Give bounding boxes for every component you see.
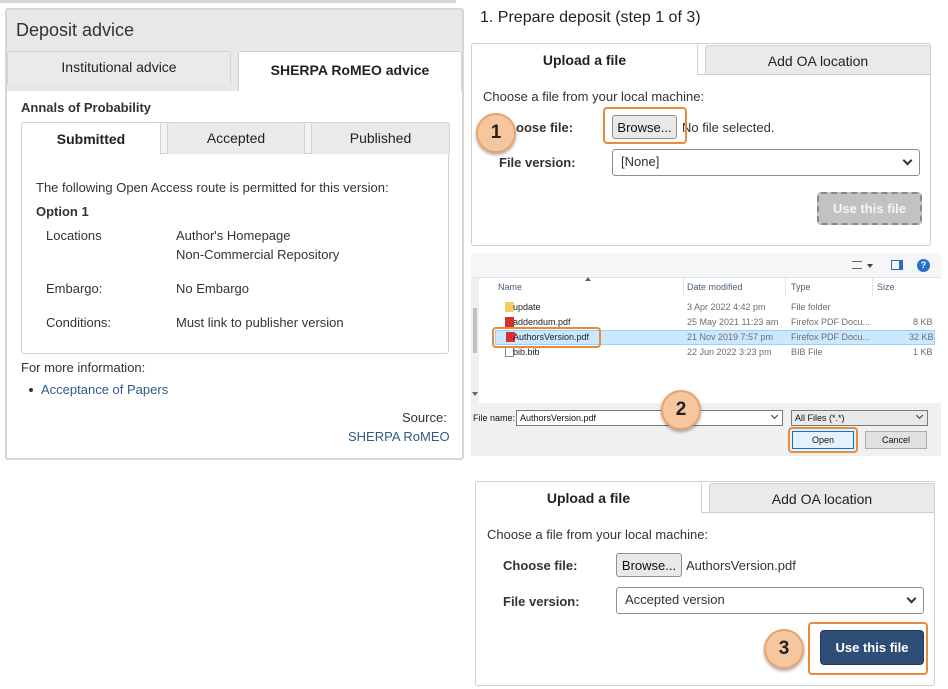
file-open-dialog: ? Name Date modified Type Size update 3 … (471, 253, 941, 456)
panel-title: Deposit advice (16, 20, 135, 40)
file-type-filter-value: All Files (*.*) (795, 413, 845, 423)
highlight-browse (603, 107, 687, 144)
locations-label: Locations (46, 228, 102, 243)
chevron-down-icon (906, 593, 917, 604)
journal-name: Annals of Probability (21, 100, 152, 115)
chevron-down-icon (902, 155, 913, 166)
filename-input[interactable]: AuthorsVersion.pdf (516, 410, 783, 426)
deposit-advice-panel: Deposit advice Institutional advice SHER… (5, 8, 464, 460)
file-name: update (513, 302, 541, 312)
acceptance-of-papers-link[interactable]: Acceptance of Papers (41, 382, 168, 397)
file-version-label: File version: (499, 155, 576, 170)
embargo-label: Embargo: (46, 281, 103, 296)
column-separator (683, 278, 684, 296)
no-file-selected: No file selected. (682, 120, 775, 135)
tab-baseline (698, 74, 931, 75)
view-options-icon[interactable] (852, 261, 862, 269)
preview-pane-icon[interactable] (891, 260, 903, 270)
file-version-select[interactable]: Accepted version (616, 587, 924, 614)
column-separator (785, 278, 786, 296)
bullet (29, 388, 33, 392)
column-date-modified[interactable]: Date modified (687, 282, 743, 292)
column-size[interactable]: Size (877, 282, 895, 292)
conditions-label: Conditions: (46, 315, 112, 330)
route-intro: The following Open Access route is permi… (36, 180, 389, 195)
top-divider (0, 0, 456, 3)
use-this-file-button-disabled[interactable]: Use this file (817, 192, 922, 225)
location-item: Author's Homepage (176, 228, 291, 243)
tab-upload-a-file[interactable]: Upload a file (475, 481, 702, 513)
conditions-value: Must link to publisher version (176, 315, 344, 330)
file-type: Firefox PDF Docu... (791, 317, 871, 327)
more-info-label: For more information: (21, 360, 146, 375)
tab-baseline (702, 512, 935, 513)
browse-button[interactable]: Browse... (616, 553, 682, 577)
file-name: bib.bib (513, 347, 540, 357)
file-version-value: Accepted version (625, 592, 725, 607)
scrollbar-thumb[interactable] (473, 308, 477, 353)
source-label: Source: (402, 410, 447, 425)
cancel-button[interactable]: Cancel (865, 431, 927, 449)
location-item: Non-Commercial Repository (176, 247, 340, 262)
step-badge-2: 2 (661, 390, 701, 430)
sherpa-romeo-link[interactable]: SHERPA RoMEO (348, 429, 450, 444)
option-title: Option 1 (36, 204, 89, 219)
filename-label: File name: (473, 413, 516, 423)
file-date: 3 Apr 2022 4:42 pm (687, 302, 766, 312)
upload-panel-step1: Upload a file Add OA location Choose a f… (471, 43, 931, 246)
dialog-toolbar: ? (471, 253, 941, 278)
tab-published[interactable]: Published (311, 122, 450, 154)
file-date: 25 May 2021 11:23 am (687, 317, 779, 327)
tab-upload-a-file[interactable]: Upload a file (471, 43, 698, 75)
choose-prompt: Choose a file from your local machine: (483, 89, 705, 104)
file-row-update[interactable]: update 3 Apr 2022 4:42 pm File folder (495, 300, 935, 315)
file-version-label: File version: (503, 594, 580, 609)
tab-accepted[interactable]: Accepted (167, 122, 305, 154)
scroll-down-icon[interactable] (472, 392, 478, 396)
column-type[interactable]: Type (791, 282, 811, 292)
highlight-open-button (788, 427, 858, 453)
tab-institutional-advice[interactable]: Institutional advice (7, 51, 231, 84)
help-icon[interactable]: ? (917, 259, 930, 272)
chevron-down-icon[interactable] (867, 264, 873, 268)
chevron-down-icon[interactable] (770, 411, 779, 420)
file-type: BIB File (791, 347, 823, 357)
step-badge-1: 1 (476, 113, 516, 153)
choose-file-label: Choose file: (503, 558, 578, 573)
version-advice-box: Submitted Accepted Published The followi… (21, 122, 450, 354)
dialog-footer: File name: AuthorsVersion.pdf All Files … (471, 403, 941, 456)
choose-prompt: Choose a file from your local machine: (487, 527, 709, 542)
choose-file-label: oose file: (516, 120, 574, 135)
highlight-use-this-file (808, 622, 928, 675)
file-size: 1 KB (913, 347, 933, 357)
chosen-file-name: AuthorsVersion.pdf (686, 558, 796, 573)
tab-submitted[interactable]: Submitted (22, 122, 161, 155)
sort-up-icon (585, 277, 591, 281)
filename-value: AuthorsVersion.pdf (520, 413, 597, 423)
highlight-selected-file (492, 327, 601, 348)
tab-add-oa-location[interactable]: Add OA location (705, 45, 931, 75)
file-version-value: [None] (621, 154, 660, 169)
tab-add-oa-location[interactable]: Add OA location (709, 483, 935, 513)
column-separator (872, 278, 873, 296)
step-title: 1. Prepare deposit (step 1 of 3) (480, 9, 701, 26)
file-size: 8 KB (913, 317, 933, 327)
file-type: Firefox PDF Docu... (791, 332, 871, 342)
file-type: File folder (791, 302, 831, 312)
file-date: 21 Nov 2019 7:57 pm (687, 332, 774, 342)
file-date: 22 Jun 2022 3:23 pm (687, 347, 772, 357)
step-badge-3: 3 (764, 629, 804, 669)
embargo-value: No Embargo (176, 281, 249, 296)
column-name[interactable]: Name (498, 282, 522, 292)
file-size: 32 KB (909, 332, 934, 342)
file-version-select[interactable]: [None] (612, 149, 920, 176)
tab-sherpa-romeo-advice[interactable]: SHERPA RoMEO advice (238, 51, 462, 91)
chevron-down-icon (915, 411, 924, 420)
file-type-filter[interactable]: All Files (*.*) (791, 410, 928, 426)
file-name: addendum.pdf (513, 317, 571, 327)
file-list: Name Date modified Type Size update 3 Ap… (479, 277, 935, 418)
